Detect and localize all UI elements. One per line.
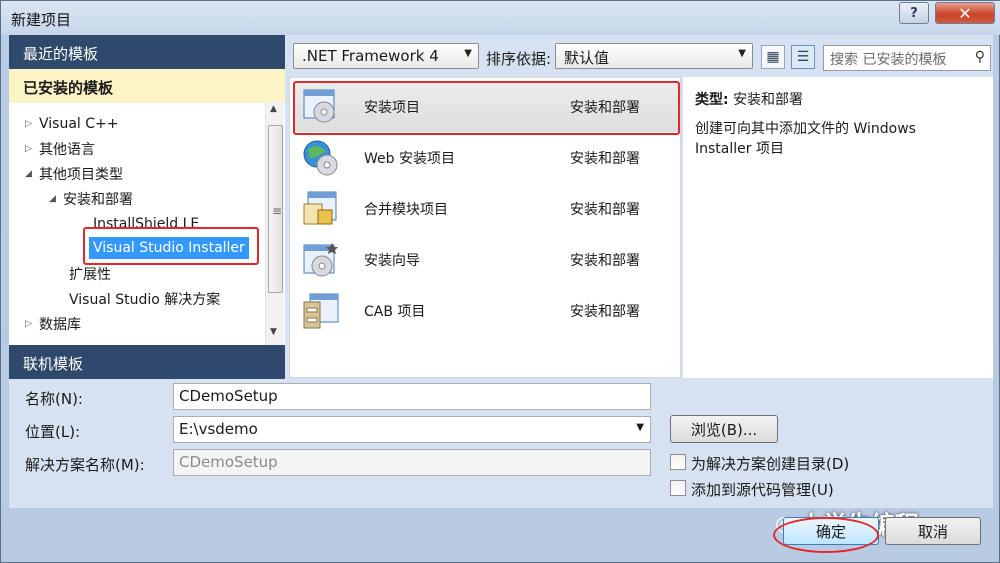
template-name: CAB 项目 <box>364 304 426 320</box>
location-combobox[interactable]: E:\vsdemo ▼ <box>173 416 651 443</box>
template-category: 安装和部署 <box>570 151 640 167</box>
template-name: 合并模块项目 <box>364 202 448 218</box>
cab-project-icon <box>303 293 339 329</box>
list-view-icon: ☰ <box>796 49 810 65</box>
tree-item-other-project-types[interactable]: ◢ 其他项目类型 <box>25 163 123 185</box>
template-list: 安装项目 安装和部署 Web 安装项目 安装和部署 合并模块项目 安装和部署 安… <box>289 77 681 378</box>
close-button[interactable]: ✕ <box>935 2 995 24</box>
title-bar: 新建项目 ? ✕ <box>1 1 1000 35</box>
template-row-setup-wizard[interactable]: 安装向导 安装和部署 <box>294 235 678 285</box>
add-source-control-checkbox[interactable] <box>670 480 686 496</box>
collapse-arrow-icon[interactable]: ◢ <box>25 169 39 179</box>
template-description-panel: 类型: 安装和部署 创建可向其中添加文件的 Windows Installer … <box>683 77 993 378</box>
template-category: 安装和部署 <box>570 100 640 116</box>
framework-value: .NET Framework 4 <box>302 47 439 65</box>
create-directory-checkbox[interactable] <box>670 454 686 470</box>
help-button[interactable]: ? <box>899 2 929 24</box>
template-toolbar: .NET Framework 4 ▼ 排序依据: 默认值 ▼ ▦ ☰ 搜索 已安… <box>287 43 991 73</box>
setup-project-icon <box>303 89 335 123</box>
sort-value: 默认值 <box>564 49 610 67</box>
sort-select[interactable]: 默认值 ▼ <box>555 43 753 69</box>
scroll-up-arrow-icon[interactable]: ▲ <box>270 104 277 114</box>
template-row-web-setup[interactable]: Web 安装项目 安装和部署 <box>294 133 678 183</box>
tree-item-vs-solutions[interactable]: Visual Studio 解决方案 <box>69 288 220 310</box>
ok-button[interactable]: 确定 <box>783 517 879 545</box>
solution-name-input: CDemoSetup <box>173 449 651 476</box>
dropdown-arrow-icon[interactable]: ▼ <box>636 422 644 433</box>
template-search-input[interactable]: 搜索 已安装的模板 ⚲ <box>823 45 991 71</box>
setup-wizard-icon <box>303 243 338 277</box>
dropdown-arrow-icon: ▼ <box>464 48 472 59</box>
type-label: 类型: <box>695 92 729 108</box>
dialog-body: 最近的模板 已安装的模板 ▷ Visual C++ ▷ 其他语言 ◢ 其他项目类… <box>9 35 993 556</box>
tree-item-label: Visual C++ <box>39 116 119 132</box>
type-value: 安装和部署 <box>733 92 804 108</box>
template-row-setup-project[interactable]: 安装项目 安装和部署 <box>294 82 678 132</box>
installed-templates-header[interactable]: 已安装的模板 <box>9 69 285 103</box>
template-category: 安装和部署 <box>570 253 640 269</box>
template-category: 安装和部署 <box>570 202 640 218</box>
scroll-down-arrow-icon[interactable]: ▼ <box>270 327 277 337</box>
tree-item-label: InstallShield LE <box>93 216 200 232</box>
tree-item-label: 扩展性 <box>69 267 111 283</box>
sort-label: 排序依据: <box>486 50 552 68</box>
template-category-panel: 最近的模板 已安装的模板 ▷ Visual C++ ▷ 其他语言 ◢ 其他项目类… <box>9 35 285 379</box>
online-templates-header[interactable]: 联机模板 <box>9 345 285 379</box>
cancel-button[interactable]: 取消 <box>885 517 981 545</box>
template-row-cab-project[interactable]: CAB 项目 安装和部署 <box>294 286 678 336</box>
template-description: 创建可向其中添加文件的 Windows Installer 项目 <box>695 121 916 157</box>
tree-item-extensibility[interactable]: 扩展性 <box>69 263 111 285</box>
browse-button[interactable]: 浏览(B)... <box>670 415 778 443</box>
tree-item-visual-cpp[interactable]: ▷ Visual C++ <box>25 113 118 135</box>
dropdown-arrow-icon: ▼ <box>738 48 746 59</box>
recent-templates-header[interactable]: 最近的模板 <box>9 35 285 69</box>
create-directory-label[interactable]: 为解决方案创建目录(D) <box>691 453 849 474</box>
template-category: 安装和部署 <box>570 304 640 320</box>
search-placeholder: 搜索 已安装的模板 <box>830 52 947 68</box>
grid-view-icon: ▦ <box>766 49 780 65</box>
template-name: Web 安装项目 <box>364 151 455 167</box>
tree-item-setup-deployment[interactable]: ◢ 安装和部署 <box>49 188 133 210</box>
merge-module-icon <box>303 191 337 225</box>
tree-item-label: Visual Studio Installer <box>93 240 245 256</box>
expand-arrow-icon[interactable]: ▷ <box>25 144 39 154</box>
name-label: 名称(N): <box>25 390 83 408</box>
location-label: 位置(L): <box>25 423 81 441</box>
template-name: 安装项目 <box>364 100 420 116</box>
project-name-value: CDemoSetup <box>179 387 278 405</box>
template-name: 安装向导 <box>364 253 420 269</box>
add-source-control-label[interactable]: 添加到源代码管理(U) <box>691 479 834 500</box>
scroll-thumb[interactable]: ≡ <box>268 125 283 293</box>
tree-item-label: 安装和部署 <box>63 192 133 208</box>
solution-name-value: CDemoSetup <box>179 453 278 471</box>
grip-icon: ≡ <box>272 204 283 218</box>
tree-item-label: Visual Studio 解决方案 <box>69 292 221 308</box>
window-title: 新建项目 <box>11 11 72 29</box>
tree-scrollbar[interactable]: ▲ ≡ ▼ <box>265 101 284 345</box>
new-project-dialog: 新建项目 ? ✕ 最近的模板 已安装的模板 ▷ Visual C++ ▷ 其他语… <box>0 0 1000 563</box>
tree-item-database[interactable]: ▷ 数据库 <box>25 313 81 335</box>
tree-item-label: 其他项目类型 <box>39 167 123 183</box>
tree-item-vs-installer[interactable]: Visual Studio Installer <box>89 237 249 259</box>
large-icons-view-button[interactable]: ▦ <box>761 45 785 69</box>
template-row-merge-module[interactable]: 合并模块项目 安装和部署 <box>294 184 678 234</box>
tree-item-installshield-le[interactable]: InstallShield LE <box>93 213 199 235</box>
web-setup-icon <box>303 140 338 176</box>
tree-item-label: 数据库 <box>39 317 81 333</box>
solution-name-label: 解决方案名称(M): <box>25 456 145 474</box>
framework-select[interactable]: .NET Framework 4 ▼ <box>293 43 479 69</box>
search-icon[interactable]: ⚲ <box>975 49 985 65</box>
tree-item-other-languages[interactable]: ▷ 其他语言 <box>25 138 95 160</box>
collapse-arrow-icon[interactable]: ◢ <box>49 194 63 204</box>
list-view-button[interactable]: ☰ <box>791 45 815 69</box>
location-value: E:\vsdemo <box>179 420 258 438</box>
tree-item-label: 其他语言 <box>39 142 95 158</box>
template-type: 类型: 安装和部署 <box>695 89 803 109</box>
expand-arrow-icon[interactable]: ▷ <box>25 119 39 129</box>
expand-arrow-icon[interactable]: ▷ <box>25 319 39 329</box>
project-name-input[interactable]: CDemoSetup <box>173 383 651 410</box>
